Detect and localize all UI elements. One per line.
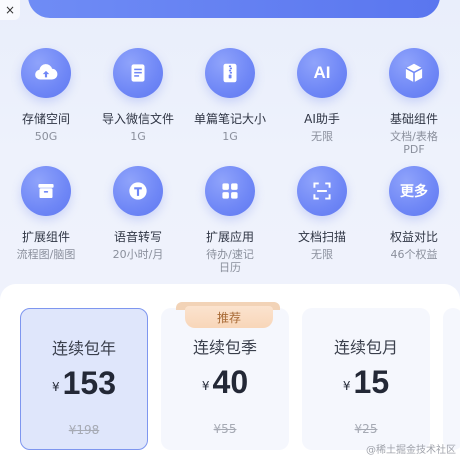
currency-symbol: ¥ xyxy=(201,379,210,393)
benefit-value: 46个权益 xyxy=(390,248,438,261)
benefit-compare[interactable]: 更多 权益对比 46个权益 xyxy=(368,166,460,284)
zip-file-icon xyxy=(205,48,255,98)
benefit-voice-transcription[interactable]: 语音转写 20小时/月 xyxy=(92,166,184,284)
benefit-basic-components[interactable]: 基础组件 文档/表格 PDF xyxy=(368,48,460,166)
benefit-value: 无限 xyxy=(311,248,333,261)
plan-price: ¥40 xyxy=(161,364,289,401)
cube-icon xyxy=(389,48,439,98)
benefit-title: 基础组件 xyxy=(389,112,438,126)
plan-price: ¥153 xyxy=(21,365,147,402)
original-price: ¥25 xyxy=(354,422,378,436)
currency-symbol: ¥ xyxy=(342,379,351,393)
box-icon xyxy=(21,166,71,216)
original-price: ¥198 xyxy=(68,423,100,437)
benefit-doc-scan[interactable]: 文档扫描 无限 xyxy=(276,166,368,284)
close-icon: × xyxy=(4,3,16,17)
benefit-title: 扩展应用 xyxy=(205,230,254,244)
more-icon: 更多 xyxy=(389,166,439,216)
scan-icon xyxy=(297,166,347,216)
benefit-title: 文档扫描 xyxy=(297,230,346,244)
recommended-badge: 推荐 xyxy=(185,306,273,328)
benefit-value: 流程图/脑图 xyxy=(16,248,76,261)
benefit-title: 单篇笔记大小 xyxy=(193,112,266,126)
benefit-title: 语音转写 xyxy=(113,230,162,244)
more-icon-text: 更多 xyxy=(400,183,428,199)
benefit-extended-apps[interactable]: 扩展应用 待办/速记 日历 xyxy=(184,166,276,284)
plan-name: 连续包年 xyxy=(51,339,116,358)
plan-name: 连续包月 xyxy=(333,338,398,357)
benefit-title: 权益对比 xyxy=(389,230,438,244)
benefit-value: 文档/表格 PDF xyxy=(390,130,438,156)
plan-name: 连续包季 xyxy=(192,338,257,357)
header-bar xyxy=(28,0,440,18)
document-icon xyxy=(113,48,163,98)
benefit-ai-assistant[interactable]: AI AI助手 无限 xyxy=(276,48,368,166)
price-amount: 153 xyxy=(62,365,117,401)
plan-price: ¥15 xyxy=(302,364,430,401)
benefit-storage[interactable]: 存储空间 50G xyxy=(0,48,92,166)
benefit-value: 50G xyxy=(34,130,58,143)
ai-icon: AI xyxy=(297,48,347,98)
apps-grid-icon xyxy=(205,166,255,216)
benefit-note-size[interactable]: 单篇笔记大小 1G xyxy=(184,48,276,166)
original-price: ¥55 xyxy=(213,422,237,436)
benefit-title: 导入微信文件 xyxy=(101,112,174,126)
benefit-value: 1G xyxy=(130,130,146,143)
plan-quarterly[interactable]: 连续包季 ¥40 ¥55 xyxy=(161,308,289,450)
close-button[interactable]: × xyxy=(0,0,20,20)
benefit-value: 20小时/月 xyxy=(112,248,164,261)
benefit-value: 无限 xyxy=(311,130,333,143)
benefit-title: 扩展组件 xyxy=(21,230,70,244)
text-t-icon xyxy=(113,166,163,216)
benefit-value: 待办/速记 日历 xyxy=(206,248,254,274)
benefit-value: 1G xyxy=(222,130,238,143)
benefit-title: AI助手 xyxy=(304,112,340,126)
benefit-wechat-import[interactable]: 导入微信文件 1G xyxy=(92,48,184,166)
benefits-grid: 存储空间 50G 导入微信文件 1G 单篇笔记大小 1G AI AI助手 无限 … xyxy=(0,48,460,284)
price-amount: 15 xyxy=(353,364,390,400)
plan-yearly[interactable]: 连续包年 ¥153 ¥198 xyxy=(20,308,148,450)
ai-icon-text: AI xyxy=(313,63,331,82)
cloud-upload-icon xyxy=(21,48,71,98)
benefit-title: 存储空间 xyxy=(21,112,70,126)
benefit-extended-components[interactable]: 扩展组件 流程图/脑图 xyxy=(0,166,92,284)
plan-monthly[interactable]: 连续包月 ¥15 ¥25 xyxy=(302,308,430,450)
watermark: @稀土掘金技术社区 xyxy=(366,445,456,456)
plan-card-partial[interactable] xyxy=(443,308,460,450)
currency-symbol: ¥ xyxy=(51,380,60,394)
plans-panel: 连续包年 ¥153 ¥198 连续包季 ¥40 ¥55 连续包月 ¥15 ¥25… xyxy=(0,284,460,460)
price-amount: 40 xyxy=(212,364,249,400)
